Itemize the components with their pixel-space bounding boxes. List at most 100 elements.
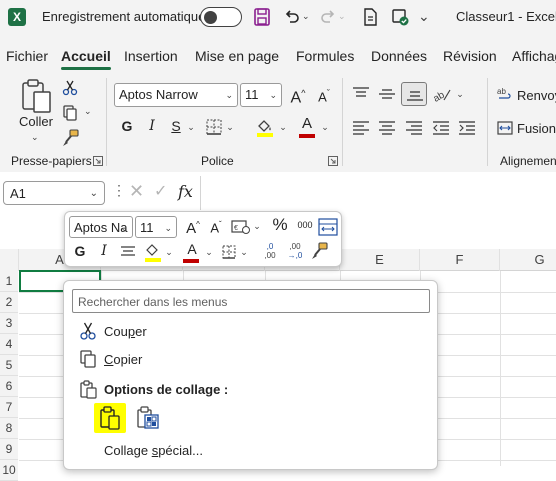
tab-mise-en-page[interactable]: Mise en page — [195, 48, 279, 64]
redo-dropdown-icon[interactable]: ⌄ — [338, 11, 346, 22]
decrease-decimal-button[interactable]: ,00 →,0 — [283, 242, 307, 264]
tab-fichier[interactable]: Fichier — [6, 48, 48, 64]
dialog-launcher-icon[interactable] — [93, 156, 103, 166]
tab-accueil[interactable]: Accueil — [61, 48, 111, 70]
tab-revision[interactable]: Révision — [443, 48, 497, 64]
number-format-icon[interactable]: € — [231, 219, 251, 235]
formula-input[interactable] — [200, 176, 556, 210]
row-header[interactable]: 7 — [0, 397, 18, 418]
dialog-launcher-icon[interactable] — [328, 156, 338, 166]
paste-label[interactable]: Coller — [19, 114, 53, 129]
percent-button[interactable]: % — [269, 215, 291, 237]
mini-fill-color-icon[interactable] — [144, 242, 162, 262]
check-icon[interactable] — [390, 7, 410, 27]
row-header[interactable]: 4 — [0, 334, 18, 355]
align-right-icon[interactable] — [405, 120, 423, 136]
mini-borders-icon[interactable] — [222, 245, 236, 259]
decrease-indent-icon[interactable] — [432, 120, 450, 136]
tab-insertion[interactable]: Insertion — [124, 48, 178, 64]
row-header[interactable]: 2 — [0, 292, 18, 313]
column-header[interactable]: E — [340, 249, 420, 271]
paste-option-paste-button[interactable] — [94, 403, 126, 433]
mini-font-color-button[interactable]: A — [181, 239, 203, 263]
font-size-combo[interactable]: 11 ⌄ — [240, 83, 282, 107]
mini-font-color-dropdown-icon[interactable]: ⌄ — [204, 241, 214, 263]
menu-item-cut[interactable]: Couper — [64, 317, 437, 345]
autosave-toggle[interactable] — [200, 7, 242, 27]
mini-bold-button[interactable]: G — [69, 241, 91, 263]
undo-icon[interactable] — [282, 7, 302, 27]
tab-affichage[interactable]: Affichag — [512, 48, 556, 64]
align-top-icon[interactable] — [352, 86, 370, 102]
paste-icon[interactable] — [20, 78, 54, 114]
thousands-separator-button[interactable]: 000 — [293, 215, 317, 237]
align-center-icon[interactable] — [378, 120, 396, 136]
align-left-icon[interactable] — [352, 120, 370, 136]
borders-icon[interactable] — [206, 119, 222, 135]
increase-indent-icon[interactable] — [458, 120, 476, 136]
undo-dropdown-icon[interactable]: ⌄ — [302, 11, 310, 22]
row-header[interactable]: 8 — [0, 418, 18, 439]
font-color-dropdown-icon[interactable]: ⌄ — [320, 116, 330, 138]
row-header[interactable]: 3 — [0, 313, 18, 334]
fill-color-dropdown-icon[interactable]: ⌄ — [278, 116, 288, 138]
column-header[interactable]: G — [500, 249, 556, 271]
mini-format-painter-icon[interactable] — [311, 242, 329, 260]
tab-formules[interactable]: Formules — [296, 48, 354, 64]
file-icon[interactable] — [360, 7, 380, 27]
menu-item-paste-special[interactable]: Collage spécial... — [64, 436, 437, 464]
mini-shrink-font-button[interactable]: Aˇ — [205, 215, 227, 237]
redo-icon[interactable] — [318, 7, 338, 27]
select-all-corner[interactable] — [0, 249, 19, 271]
mini-borders-dropdown-icon[interactable]: ⌄ — [239, 241, 249, 263]
paste-option-values-button[interactable] — [132, 403, 164, 433]
underline-dropdown-icon[interactable]: ⌄ — [186, 116, 196, 138]
menu-item-copy[interactable]: Copier — [64, 345, 437, 373]
fill-color-icon[interactable] — [255, 117, 275, 137]
wrap-text-label[interactable]: Renvoy — [517, 88, 556, 103]
mini-italic-button[interactable]: I — [93, 241, 115, 263]
column-header[interactable]: F — [420, 249, 500, 271]
format-painter-icon[interactable] — [62, 129, 80, 147]
shrink-font-button[interactable]: Aˇ — [313, 83, 335, 105]
align-middle-icon[interactable] — [378, 86, 396, 102]
row-header[interactable]: 10 — [0, 460, 18, 481]
name-box[interactable]: A1 ⌄ — [3, 181, 105, 205]
save-icon[interactable] — [252, 7, 272, 27]
orientation-icon[interactable]: ab — [432, 86, 452, 104]
cancel-icon[interactable]: ✕ — [129, 181, 144, 202]
format-cells-icon[interactable] — [318, 218, 338, 236]
insert-function-icon[interactable]: fx — [178, 182, 193, 201]
copy-icon[interactable] — [62, 105, 78, 121]
paste-dropdown-icon[interactable]: ⌄ — [31, 132, 39, 143]
underline-button[interactable]: S — [165, 116, 187, 138]
row-header[interactable]: 1 — [0, 271, 18, 292]
more-icon[interactable]: ⌄ — [418, 8, 430, 25]
enter-check-icon[interactable]: ✓ — [154, 181, 167, 201]
copy-dropdown-icon[interactable]: ⌄ — [84, 106, 92, 117]
merge-center-icon[interactable] — [497, 120, 513, 136]
mini-font-name-combo[interactable]: Aptos Na ⌄ — [69, 216, 133, 238]
cut-icon[interactable] — [62, 80, 78, 96]
mini-align-center-icon[interactable] — [120, 245, 136, 259]
tab-donnees[interactable]: Données — [371, 48, 427, 64]
row-header[interactable]: 6 — [0, 376, 18, 397]
orientation-dropdown-icon[interactable]: ⌄ — [455, 83, 465, 105]
italic-button[interactable]: I — [141, 116, 163, 138]
font-name-combo[interactable]: Aptos Narrow ⌄ — [114, 83, 238, 107]
wrap-text-icon[interactable]: ab — [497, 86, 513, 102]
grow-font-button[interactable]: A^ — [287, 83, 309, 106]
mini-font-size-combo[interactable]: 11 ⌄ — [135, 216, 177, 238]
merge-label[interactable]: Fusionn — [517, 121, 556, 136]
more-vertical-icon[interactable]: ⋮ — [112, 182, 126, 199]
menu-search-input[interactable]: Rechercher dans les menus — [72, 289, 430, 313]
mini-grow-font-button[interactable]: A^ — [182, 215, 204, 237]
align-bottom-button[interactable] — [401, 82, 427, 106]
row-header[interactable]: 5 — [0, 355, 18, 376]
increase-decimal-button[interactable]: ,0 ,00 — [259, 242, 281, 264]
font-color-button[interactable]: A — [296, 114, 318, 138]
row-header[interactable]: 9 — [0, 439, 18, 460]
number-format-dropdown-icon[interactable]: ⌄ — [252, 215, 262, 237]
bold-button[interactable]: G — [116, 116, 138, 138]
borders-dropdown-icon[interactable]: ⌄ — [225, 116, 235, 138]
